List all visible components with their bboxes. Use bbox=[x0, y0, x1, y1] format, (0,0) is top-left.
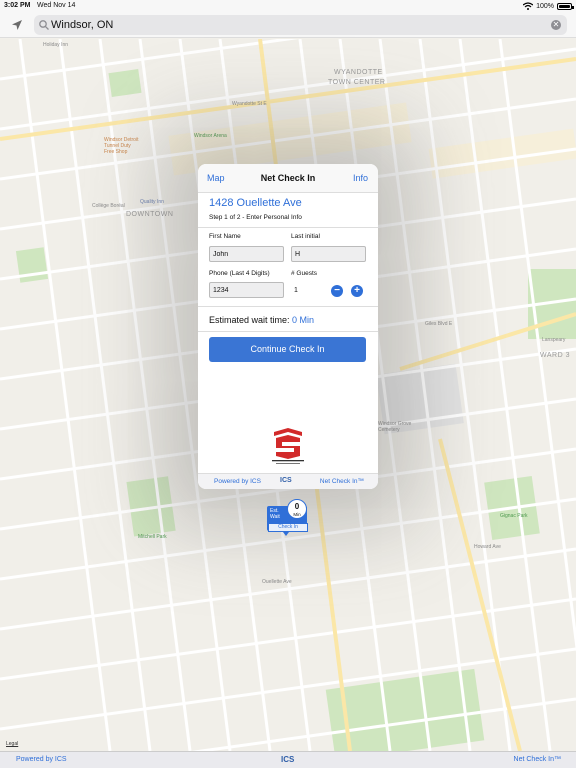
battery-icon bbox=[557, 2, 574, 10]
guests-increment-button[interactable]: + bbox=[351, 285, 363, 297]
net-check-in-link[interactable]: Net Check In™ bbox=[320, 478, 364, 485]
last-initial-label: Last initial bbox=[291, 233, 320, 240]
ics-logo: ICS bbox=[280, 477, 292, 484]
map-label-lanspeary: Lanspeary bbox=[542, 337, 566, 343]
bottom-bar: Powered by ICS ICS Net Check In™ bbox=[0, 751, 576, 768]
dialog-nav-bar: Map Net Check In Info bbox=[198, 164, 378, 193]
first-name-field[interactable] bbox=[209, 246, 284, 262]
map-label-windsor-grove: Windsor Grove Cemetery bbox=[378, 421, 412, 433]
map-label-holiday-inn: Holiday Inn bbox=[43, 42, 69, 48]
info-button[interactable]: Info bbox=[353, 173, 368, 183]
phone-field[interactable] bbox=[209, 282, 284, 298]
pin-wait-bubble: 0 Min bbox=[287, 499, 307, 519]
divider bbox=[198, 227, 378, 228]
status-bar: 3:02 PM Wed Nov 14 100% bbox=[0, 0, 576, 12]
location-arrow-icon[interactable] bbox=[11, 19, 23, 31]
clinic-map-pin[interactable]: Est. Wait 0 Min Check In bbox=[267, 499, 309, 539]
guests-decrement-button[interactable]: − bbox=[331, 285, 343, 297]
legal-link[interactable]: Legal bbox=[6, 741, 18, 747]
powered-by-link[interactable]: Powered by ICS bbox=[214, 478, 261, 485]
map-label-town-center: TOWN CENTER bbox=[328, 79, 386, 86]
step-indicator: Step 1 of 2 - Enter Personal Info bbox=[209, 214, 302, 221]
pin-wait-count: 0 bbox=[294, 502, 300, 511]
map-label-windsor-arena: Windsor Arena bbox=[194, 133, 227, 139]
bottom-powered-by-link[interactable]: Powered by ICS bbox=[16, 756, 67, 763]
guests-count: 1 bbox=[294, 287, 298, 294]
estimated-wait: Estimated wait time: 0 Min bbox=[209, 315, 314, 325]
map-label-quality-inn: Quality Inn bbox=[140, 199, 164, 205]
map-label-wyandotte: WYANDOTTE bbox=[334, 69, 383, 76]
map-label-wyandotte-st: Wyandotte St E bbox=[232, 101, 267, 107]
pin-check-in-button[interactable]: Check In bbox=[268, 523, 308, 532]
clinic-address: 1428 Ouellette Ave bbox=[209, 197, 302, 209]
map-label-howard: Howard Ave bbox=[474, 544, 501, 550]
medical-labs-logo bbox=[272, 428, 304, 464]
search-input[interactable] bbox=[51, 16, 541, 34]
map-label-ouellette: Ouellette Ave bbox=[262, 579, 292, 585]
pin-wait-unit: Min bbox=[293, 512, 301, 517]
map-label-giles: Giles Blvd E bbox=[425, 321, 453, 327]
phone-label: Phone (Last 4 Digits) bbox=[209, 270, 270, 277]
check-in-dialog: Map Net Check In Info 1428 Ouellette Ave… bbox=[198, 164, 378, 489]
dialog-footer: Powered by ICS ICS Net Check In™ bbox=[198, 473, 378, 489]
last-initial-field[interactable] bbox=[291, 246, 366, 262]
battery-percent: 100% bbox=[536, 2, 554, 10]
pin-pointer bbox=[283, 532, 289, 536]
divider bbox=[198, 306, 378, 307]
status-date: Wed Nov 14 bbox=[37, 2, 76, 9]
first-name-label: First Name bbox=[209, 233, 241, 240]
search-header: ✕ bbox=[0, 12, 576, 38]
guests-label: # Guests bbox=[291, 270, 318, 277]
estimated-wait-value: 0 Min bbox=[292, 315, 315, 325]
continue-check-in-button[interactable]: Continue Check In bbox=[209, 337, 366, 362]
wifi-icon bbox=[523, 2, 534, 10]
map-label-gignac-park: Gignac Park bbox=[500, 513, 528, 519]
bottom-net-check-in-link[interactable]: Net Check In™ bbox=[514, 756, 561, 763]
search-icon bbox=[39, 20, 49, 30]
clear-icon[interactable]: ✕ bbox=[551, 20, 561, 30]
status-time: 3:02 PM bbox=[4, 2, 31, 9]
map-label-downtown: DOWNTOWN bbox=[126, 211, 174, 218]
divider bbox=[198, 331, 378, 332]
map-label-tunnel-shop: Windsor Detroit Tunnel Duty Free Shop bbox=[104, 137, 139, 155]
search-box[interactable]: ✕ bbox=[34, 15, 567, 35]
status-right: 100% bbox=[523, 2, 574, 10]
pin-est-wait-label: Est. Wait bbox=[270, 508, 280, 520]
bottom-ics-logo: ICS bbox=[281, 755, 295, 764]
map-label-ward3: WARD 3 bbox=[540, 352, 570, 359]
estimated-wait-label: Estimated wait time: bbox=[209, 315, 290, 325]
map-label-college-boreal: Collège Boréal bbox=[92, 203, 125, 209]
map-label-mitchell-park: Mitchell Park bbox=[138, 534, 167, 540]
dialog-title: Net Check In bbox=[260, 173, 316, 183]
